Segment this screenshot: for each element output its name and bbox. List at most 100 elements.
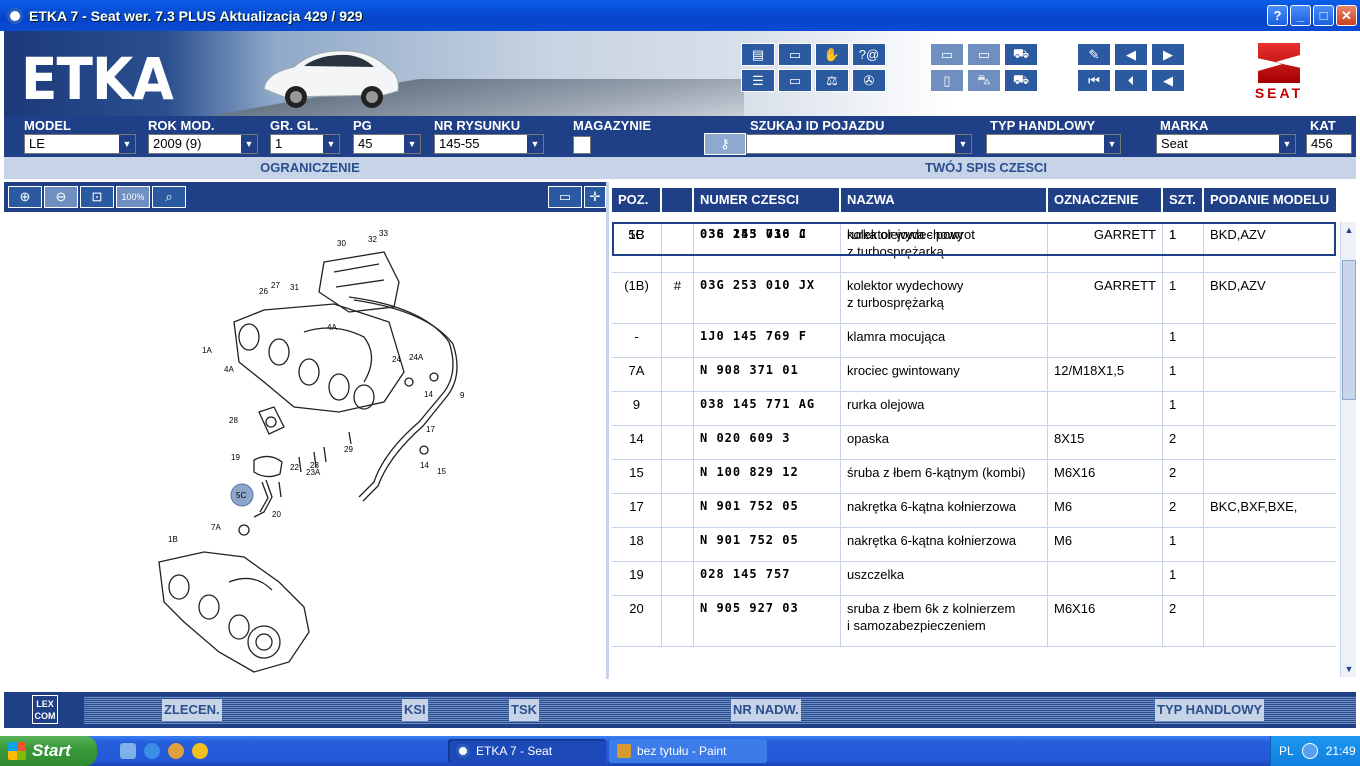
chevron-down-icon[interactable]: ▼	[323, 135, 339, 153]
table-row[interactable]: -1J0 145 769 F klamra mocująca 1	[612, 324, 1336, 358]
cart-add-icon[interactable]: ⛟	[1004, 69, 1038, 92]
search-icon[interactable]: ⌕	[152, 186, 186, 208]
chevron-down-icon[interactable]: ▼	[404, 135, 420, 153]
stock-checkbox[interactable]	[573, 136, 591, 154]
year-dropdown[interactable]: 2009 (9) ▼	[148, 134, 258, 154]
parts-list-header[interactable]: TWÓJ SPIS CZESCI	[616, 157, 1356, 179]
scroll-up-icon[interactable]: ▲	[1341, 222, 1356, 238]
group-dropdown[interactable]: 1 ▼	[270, 134, 340, 154]
col-qty[interactable]: SZT.	[1163, 188, 1204, 212]
network-icon[interactable]	[1301, 743, 1318, 759]
table-row[interactable]: 14 N 020 609 3 opaska 8X15 2	[612, 426, 1336, 460]
chevron-down-icon[interactable]: ▼	[955, 135, 971, 153]
exploded-parts-diagram[interactable]: 30 32 33 26 27 31 1A 4A 4A 24 24A 14 9 2…	[4, 212, 609, 679]
media-icon[interactable]	[192, 743, 208, 759]
next-page-icon[interactable]: ▶	[1151, 43, 1185, 66]
pg-dropdown[interactable]: 45 ▼	[353, 134, 421, 154]
chevron-down-icon[interactable]: ▼	[527, 135, 543, 153]
zoom-100-icon[interactable]: 100%	[116, 186, 150, 208]
etka-logo: ETKA	[21, 45, 174, 113]
app-icon[interactable]	[7, 7, 23, 24]
close-button[interactable]: ✕	[1336, 5, 1357, 26]
start-button[interactable]: Start	[0, 736, 97, 766]
chevron-down-icon[interactable]: ▼	[119, 135, 135, 153]
wheel-icon[interactable]: ✇	[852, 69, 886, 92]
table-row[interactable]: 19 028 145 757 uszczelka 1	[612, 562, 1336, 596]
help-at-icon[interactable]: ?@	[852, 43, 886, 66]
car-service-icon[interactable]: ⛍	[967, 69, 1001, 92]
title-bar: ETKA 7 - Seat wer. 7.3 PLUS Aktualizacja…	[0, 0, 1360, 31]
tsk-button[interactable]: TSK	[509, 699, 539, 721]
list-icon[interactable]: ☰	[741, 69, 775, 92]
messenger-icon[interactable]	[168, 743, 184, 759]
language-indicator[interactable]: PL	[1279, 744, 1294, 758]
depot-icon[interactable]: ▭	[967, 43, 1001, 66]
phone-icon[interactable]: ▯	[930, 69, 964, 92]
col-name[interactable]: NAZWA	[841, 188, 1048, 212]
col-part-number[interactable]: NUMER CZESCI	[694, 188, 841, 212]
cell-name-line1: opaska	[847, 431, 889, 446]
back-icon[interactable]: ⏴	[1114, 69, 1148, 92]
key-icon[interactable]: ⚷	[704, 133, 746, 155]
table-row[interactable]: 15 N 100 829 12 śruba z łbem 6-kątnym (kom…	[612, 460, 1336, 494]
move-icon[interactable]: ✛	[584, 186, 606, 208]
left-icon[interactable]: ◀	[1151, 69, 1185, 92]
model-dropdown[interactable]: LE ▼	[24, 134, 136, 154]
prev-page-icon[interactable]: ◀	[1114, 43, 1148, 66]
trade-type-button[interactable]: TYP HANDLOWY	[1155, 699, 1265, 721]
lexcom-button[interactable]: LEX COM	[32, 695, 58, 724]
help-button[interactable]: ?	[1267, 5, 1288, 26]
table-row[interactable]: 9 038 145 771 AG rurka olejowa 1	[612, 392, 1336, 426]
body-number-button[interactable]: NR NADW.	[731, 699, 801, 721]
nora-icon[interactable]: ▭	[778, 69, 812, 92]
trade-type-dropdown[interactable]: ▼	[986, 134, 1121, 154]
col-designation[interactable]: OZNACZENIE	[1048, 188, 1163, 212]
table-row[interactable]: (1B) #03G 253 010 JX kolektor wydechowy z t…	[612, 273, 1336, 324]
browser-icon[interactable]	[144, 743, 160, 759]
restriction-header[interactable]: OGRANICZENIE	[4, 157, 616, 179]
first-icon[interactable]: ⏮	[1077, 69, 1111, 92]
scroll-down-icon[interactable]: ▼	[1341, 661, 1356, 677]
print-icon[interactable]: ▤	[741, 43, 775, 66]
chevron-down-icon[interactable]: ▼	[241, 135, 257, 153]
minimize-button[interactable]: _	[1290, 5, 1311, 26]
vertical-scrollbar[interactable]: ▲ ▼	[1340, 222, 1356, 677]
screen-icon[interactable]: ▭	[778, 43, 812, 66]
diagram-label: 24	[392, 355, 401, 364]
task-etka[interactable]: ETKA 7 - Seat	[448, 739, 606, 763]
scale-icon[interactable]: ⚖	[815, 69, 849, 92]
zoom-area-icon[interactable]: ⊡	[80, 186, 114, 208]
table-row[interactable]: 5C 038 145 736 C rurka olejowa - powrot 1	[612, 222, 1336, 256]
table-row[interactable]: 17 N 901 752 05 nakrętka 6-kątna kołnierzo…	[612, 494, 1336, 528]
brand-dropdown[interactable]: Seat ▼	[1156, 134, 1296, 154]
vehicle-id-input[interactable]: ▼	[746, 134, 972, 154]
layout-icon[interactable]: ▭	[548, 186, 582, 208]
cell-mark	[662, 494, 694, 527]
table-row[interactable]: 18 N 901 752 05 nakrętka 6-kątna kołnierzo…	[612, 528, 1336, 562]
handshake-icon[interactable]: ✋	[815, 43, 849, 66]
pin-icon[interactable]: ✎	[1077, 43, 1111, 66]
ksi-button[interactable]: KSI	[402, 699, 428, 721]
trade-type-label: TYP HANDLOWY	[990, 118, 1096, 133]
cart-icon[interactable]: ⛟	[1004, 43, 1038, 66]
task-paint[interactable]: bez tytułu - Paint	[609, 739, 767, 763]
col-model[interactable]: PODANIE MODELU	[1204, 188, 1336, 212]
table-row[interactable]: 20 N 905 927 03 sruba z łbem 6k z kolnierz…	[612, 596, 1336, 647]
chevron-down-icon[interactable]: ▼	[1104, 135, 1120, 153]
maximize-button[interactable]: □	[1313, 5, 1334, 26]
drawing-dropdown[interactable]: 145-55 ▼	[434, 134, 544, 154]
col-mark[interactable]	[662, 188, 694, 212]
zoom-in-icon[interactable]: ⊕	[8, 186, 42, 208]
chevron-down-icon[interactable]: ▼	[1279, 135, 1295, 153]
orders-button[interactable]: ZLECEN.	[162, 699, 222, 721]
elsa-icon[interactable]: ▭	[930, 43, 964, 66]
col-poz[interactable]: POZ.	[612, 188, 662, 212]
cell-mark	[662, 358, 694, 391]
cell-qty: 2	[1163, 460, 1204, 493]
zoom-out-icon[interactable]: ⊖	[44, 186, 78, 208]
cell-poz: 5C	[612, 222, 662, 255]
toolbar-group-1: ▤ ▭ ✋ ?@ ☰ ▭ ⚖ ✇	[741, 43, 886, 92]
scroll-thumb[interactable]	[1342, 260, 1356, 400]
desktop-icon[interactable]	[120, 743, 136, 759]
table-row[interactable]: 7A N 908 371 01 krociec gwintowany 12/M18X1…	[612, 358, 1336, 392]
